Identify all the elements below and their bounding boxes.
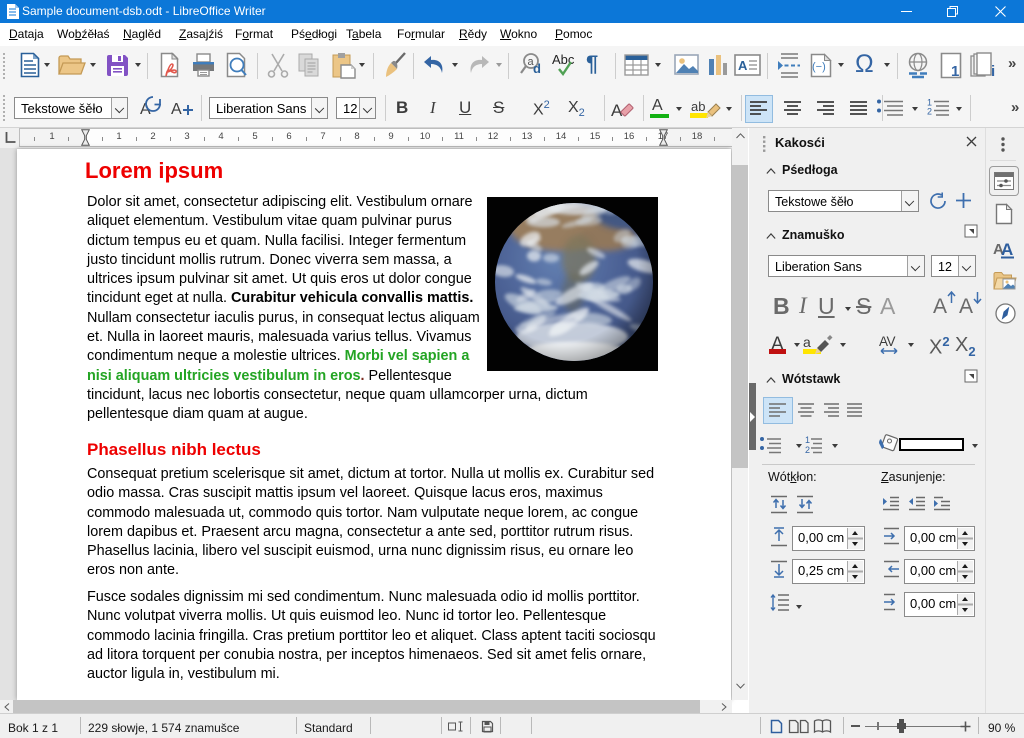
svg-text:A: A [611, 101, 623, 120]
svg-text:Abc: Abc [552, 52, 575, 67]
svg-text:a: a [803, 334, 811, 350]
svg-text:A: A [738, 58, 748, 73]
svg-text:1: 1 [805, 436, 810, 445]
svg-text:ab: ab [691, 99, 705, 114]
svg-text:1: 1 [951, 63, 959, 79]
svg-text:d: d [533, 61, 541, 76]
svg-text:2: 2 [805, 445, 810, 454]
svg-text:2: 2 [927, 107, 932, 117]
svg-text:i: i [991, 63, 995, 79]
svg-text:A: A [1001, 240, 1013, 259]
svg-text:(−): (−) [812, 61, 826, 73]
svg-text:AV: AV [879, 334, 896, 349]
svg-text:A: A [171, 101, 182, 118]
